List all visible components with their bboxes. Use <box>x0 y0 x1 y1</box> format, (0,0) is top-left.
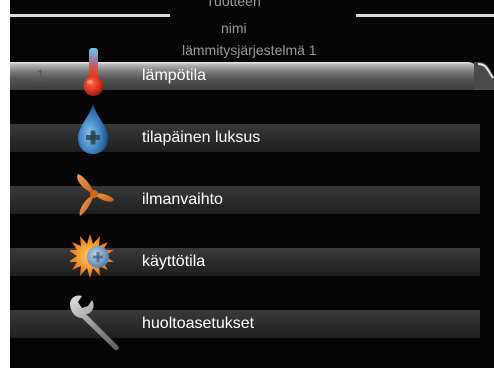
header-divider-right <box>356 14 494 17</box>
header-product-label: Tuotteen <box>206 0 261 9</box>
thermometer-icon <box>83 48 104 96</box>
water-drop-icon <box>78 104 108 154</box>
menu-item-label: huoltoasetukset <box>142 315 255 332</box>
wrench-icon <box>70 295 119 351</box>
menu-item-service-settings[interactable]: huoltoasetukset <box>10 295 494 351</box>
menu-item-label: tilapäinen luksus <box>142 129 261 146</box>
menu-item-label: käyttötila <box>142 253 206 270</box>
menu-item-number: 1 <box>36 68 45 85</box>
menu-item-label: lämpötila <box>142 67 207 84</box>
menu-item-temporary-lux[interactable]: tilapäinen luksus <box>10 104 494 154</box>
menu-item-ventilation[interactable]: ilmanvaihto <box>10 174 494 216</box>
menu-item-temperature[interactable]: 1 lämpötila <box>10 48 494 96</box>
menu-item-label: ilmanvaihto <box>142 191 223 208</box>
display-screen: Tuotteen nimi lämmitysjärjestelmä 1 1 lä… <box>10 0 494 368</box>
header-system-label: lämmitysjärjestelmä 1 <box>182 42 317 58</box>
tab-corner-icon <box>474 62 494 90</box>
header-name-label: nimi <box>221 20 247 36</box>
header-divider-left <box>10 14 170 17</box>
fan-icon <box>77 174 114 216</box>
sun-icon <box>70 234 114 278</box>
menu-item-operating-mode[interactable]: käyttötila <box>10 234 494 278</box>
